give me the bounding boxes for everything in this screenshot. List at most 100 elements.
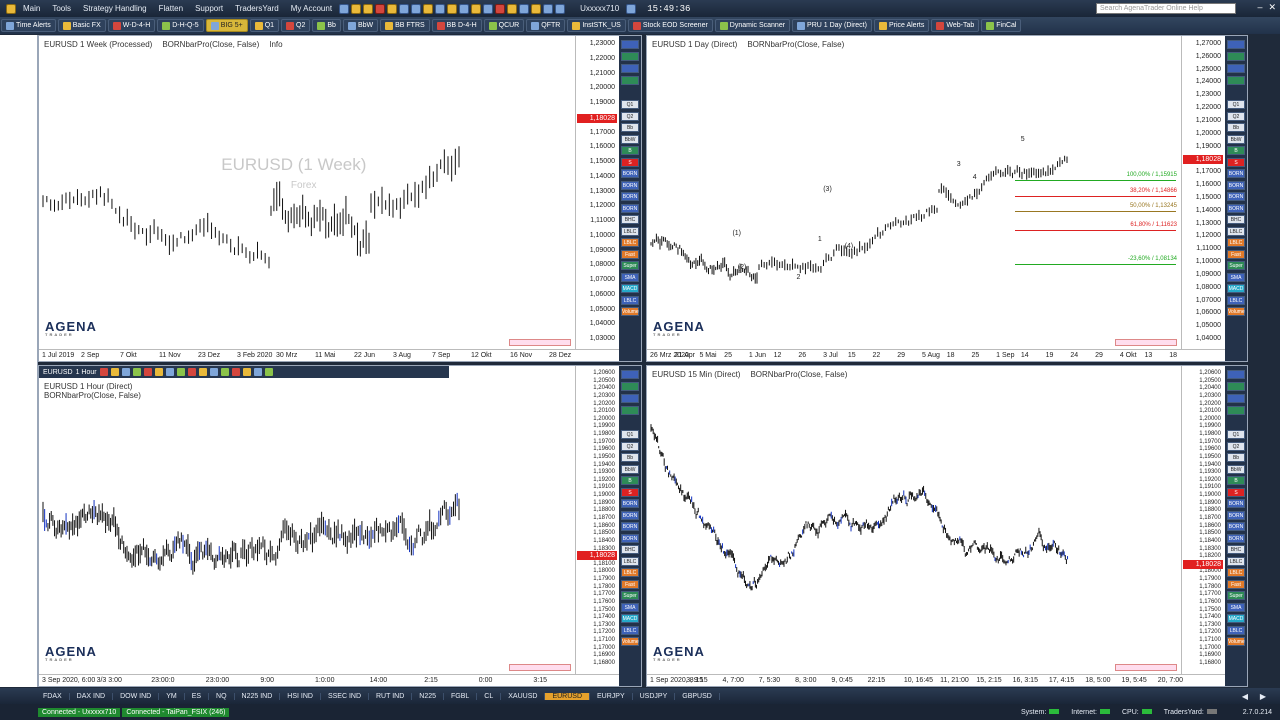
instrument-ssec-ind[interactable]: SSEC IND <box>321 692 369 700</box>
sidebar-btn-lblc[interactable]: LBLC <box>1227 556 1245 566</box>
workspace-tab-w-d-4-h[interactable]: W-D-4-H <box>107 19 156 32</box>
workspace-tab-big-5[interactable]: BIG 5+ <box>205 19 248 32</box>
mini-tool-3-icon[interactable] <box>132 368 141 376</box>
quick-15-icon[interactable] <box>519 3 530 14</box>
quick-4-icon[interactable] <box>387 3 398 14</box>
sidebar-btn-born[interactable]: BORN <box>1227 203 1245 213</box>
sidebar-btn-b[interactable]: B <box>1227 476 1245 485</box>
quick-8-icon[interactable] <box>435 3 446 14</box>
chart-plot-area[interactable]: EURUSD 1 Day (Direct) BORNbarPro(Close, F… <box>647 36 1181 349</box>
sidebar-btn-macd[interactable]: MACD <box>621 614 639 623</box>
sidebar-btn-fast[interactable]: Fast <box>1227 249 1245 259</box>
mini-tool-10-icon[interactable] <box>209 368 218 376</box>
sidebar-btn-lblc[interactable]: LBLC <box>1227 226 1245 236</box>
sidebar-btn-volume[interactable]: Volume <box>621 637 639 646</box>
sidebar-btn-lblc[interactable]: LBLC <box>621 556 639 566</box>
sidebar-btn-born[interactable]: BORN <box>621 510 639 520</box>
mini-tool-13-icon[interactable] <box>242 368 251 376</box>
sidebar-tool-c-icon[interactable] <box>1227 64 1245 73</box>
sidebar-btn-super[interactable]: Super <box>1227 591 1245 600</box>
workspace-tab-q2[interactable]: Q2 <box>281 19 311 32</box>
workspace-tab-qftr[interactable]: QFTR <box>526 19 566 32</box>
chart-plot-area[interactable]: EURUSD 1 Hour (Direct) BORNbarPro(Close, … <box>39 366 575 674</box>
sidebar-btn-macd[interactable]: MACD <box>1227 614 1245 623</box>
sidebar-btn-born[interactable]: BORN <box>1227 522 1245 531</box>
sidebar-tool-d-icon[interactable] <box>1227 76 1245 85</box>
sidebar-btn-lblc[interactable]: LBLC <box>621 226 639 236</box>
menu-flatten[interactable]: Flatten <box>153 4 189 13</box>
workspace-tab-time-alerts[interactable]: Time Alerts <box>1 19 56 32</box>
sidebar-btn-born[interactable]: BORN <box>1227 510 1245 520</box>
sidebar-tool-b-icon[interactable] <box>621 382 639 391</box>
sidebar-tool-a-icon[interactable] <box>1227 40 1245 49</box>
sidebar-btn-sma[interactable]: SMA <box>1227 272 1245 282</box>
instrument-hsi-ind[interactable]: HSI IND <box>280 692 321 700</box>
sidebar-tool-b-icon[interactable] <box>1227 52 1245 61</box>
sidebar-btn-bhc[interactable]: BHC <box>1227 545 1245 554</box>
instrument-eurjpy[interactable]: EURJPY <box>590 692 633 700</box>
sidebar-btn-born[interactable]: BORN <box>1227 192 1245 201</box>
sidebar-btn-fast[interactable]: Fast <box>621 249 639 259</box>
quick-6-icon[interactable] <box>411 3 422 14</box>
chart-pane-day[interactable]: EURUSD 1 Day (Direct) BORNbarPro(Close, F… <box>646 35 1248 362</box>
scroll-right-icon[interactable]: ▶ <box>1260 692 1266 701</box>
menu-my-account[interactable]: My Account <box>285 4 338 13</box>
quick-3-icon[interactable] <box>375 3 386 14</box>
workspace-tab-inststk-us[interactable]: InstSTK_US <box>567 19 626 32</box>
quick-10-icon[interactable] <box>459 3 470 14</box>
sidebar-btn-lblc[interactable]: LBLC <box>621 568 639 577</box>
sidebar-tool-a-icon[interactable] <box>1227 370 1245 379</box>
sidebar-btn-q2[interactable]: Q2 <box>1227 441 1245 451</box>
sidebar-btn-born[interactable]: BORN <box>621 203 639 213</box>
quick-7-icon[interactable] <box>423 3 434 14</box>
quick-9-icon[interactable] <box>447 3 458 14</box>
workspace-tab-fincal[interactable]: FinCal <box>981 19 1022 32</box>
help-search-input[interactable]: Search AgenaTrader Online Help <box>1096 3 1236 14</box>
sidebar-btn-s[interactable]: S <box>1227 157 1245 167</box>
mini-tool-14-icon[interactable] <box>253 368 262 376</box>
instrument-usdjpy[interactable]: USDJPY <box>633 692 676 700</box>
mini-toolbar-timeframe[interactable]: 1 Hour <box>76 369 97 376</box>
workspace-tab-web-tab[interactable]: Web-Tab <box>931 19 980 32</box>
mini-tool-8-icon[interactable] <box>187 368 196 376</box>
user-icon[interactable] <box>626 3 637 14</box>
workspace-tab-bbw[interactable]: BbW <box>342 19 379 32</box>
quick-5-icon[interactable] <box>399 3 410 14</box>
instrument-fgbl[interactable]: FGBL <box>444 692 478 700</box>
instrument-es[interactable]: ES <box>185 692 210 700</box>
sidebar-btn-super[interactable]: Super <box>621 591 639 600</box>
workspace-tab-bb-ftrs[interactable]: BB FTRS <box>380 19 430 32</box>
sidebar-tool-a-icon[interactable] <box>621 40 639 49</box>
sidebar-tool-c-icon[interactable] <box>621 64 639 73</box>
instrument-eurusd[interactable]: EURUSD <box>545 692 590 700</box>
workspace-tab-d-h-q-5[interactable]: D-H-Q-5 <box>157 19 204 32</box>
quick-1-icon[interactable] <box>351 3 362 14</box>
mini-tool-1-icon[interactable] <box>110 368 119 376</box>
sidebar-btn-born[interactable]: BORN <box>1227 533 1245 543</box>
sidebar-btn-b[interactable]: B <box>621 146 639 155</box>
mini-tool-7-icon[interactable] <box>176 368 185 376</box>
chart-scroll-stub[interactable] <box>509 664 571 671</box>
scroll-left-icon[interactable]: ◀ <box>1242 692 1248 701</box>
fib-level-line[interactable] <box>1015 211 1176 213</box>
sidebar-btn-b[interactable]: B <box>1227 146 1245 155</box>
time-axis[interactable]: 1 Jul 2019 2 Sep 7 Okt 11 Nov 23 Dez 3 Feb 20… <box>39 349 619 361</box>
sidebar-btn-bb[interactable]: Bb <box>1227 123 1245 132</box>
instrument-cl[interactable]: CL <box>477 692 502 700</box>
sidebar-btn-q1[interactable]: Q1 <box>621 430 639 439</box>
time-axis[interactable]: 1 Sep 2020, 8:15 3, 9:15 4, 7:00 7, 5:30 8, … <box>647 674 1225 686</box>
instrument-n225-ind[interactable]: N225 IND <box>235 692 281 700</box>
quick-2-icon[interactable] <box>363 3 374 14</box>
sidebar-btn-bbw[interactable]: BbW <box>621 464 639 474</box>
sidebar-btn-super[interactable]: Super <box>621 261 639 270</box>
sidebar-btn-q2[interactable]: Q2 <box>621 111 639 121</box>
quick-17-icon[interactable] <box>543 3 554 14</box>
sidebar-btn-macd[interactable]: MACD <box>621 284 639 293</box>
chart-scroll-stub[interactable] <box>509 339 571 346</box>
sidebar-tool-c-icon[interactable] <box>621 394 639 403</box>
sidebar-btn-bb[interactable]: Bb <box>1227 453 1245 462</box>
mini-tool-2-icon[interactable] <box>121 368 130 376</box>
chart-info-link[interactable]: Info <box>269 40 282 49</box>
instrument-rut-ind[interactable]: RUT IND <box>369 692 413 700</box>
quick-12-icon[interactable] <box>483 3 494 14</box>
